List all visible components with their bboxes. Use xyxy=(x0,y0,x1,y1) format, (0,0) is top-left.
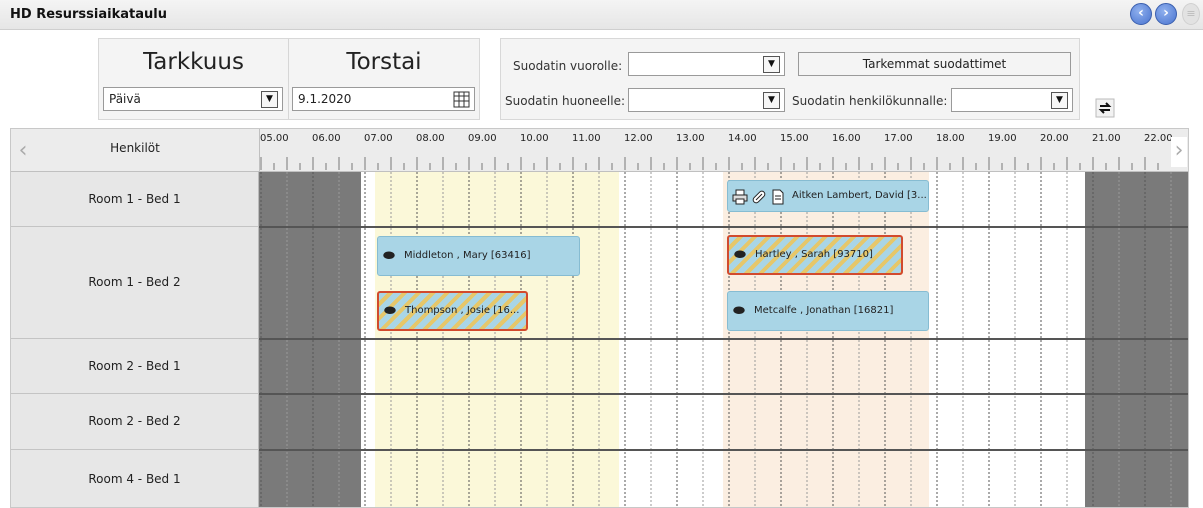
hour-label: 17.00 xyxy=(884,133,913,144)
row-separator xyxy=(259,226,1188,228)
hour-label: 16.00 xyxy=(832,133,861,144)
room-filter-label: Suodatin huoneelle: xyxy=(505,94,626,108)
row-room1-bed2[interactable]: Room 1 - Bed 2 xyxy=(11,227,259,339)
appointment-label: Hartley , Sarah [93710] xyxy=(755,249,873,260)
pill-icon: ⬬ xyxy=(384,303,396,319)
hour-label: 21.00 xyxy=(1092,133,1121,144)
row-room4-bed1[interactable]: Room 4 - Bed 1 xyxy=(11,450,259,507)
chevron-left-icon: ‹ xyxy=(1138,5,1144,21)
hour-label: 07.00 xyxy=(364,133,393,144)
staff-filter-select[interactable]: ▼ xyxy=(951,88,1073,112)
advanced-filters-button[interactable]: Tarkemmat suodattimet xyxy=(798,52,1071,76)
hour-label: 05.00 xyxy=(260,133,289,144)
hour-label: 20.00 xyxy=(1040,133,1069,144)
document-icon xyxy=(772,189,784,205)
hour-label: 11.00 xyxy=(572,133,601,144)
filter-panel: Suodatin vuorolle: ▼ Tarkemmat suodattim… xyxy=(500,38,1080,120)
pill-icon: ⬬ xyxy=(734,247,746,263)
hour-label: 15.00 xyxy=(780,133,809,144)
hour-label: 12.00 xyxy=(624,133,653,144)
appointment-icons xyxy=(732,188,788,206)
hour-label: 13.00 xyxy=(676,133,705,144)
date-value: 9.1.2020 xyxy=(298,92,352,106)
appointment-label: Metcalfe , Jonathan [16821] xyxy=(754,305,894,316)
refresh-icon[interactable] xyxy=(1095,98,1115,118)
shift-filter-select[interactable]: ▼ xyxy=(628,52,785,76)
room-filter-select[interactable]: ▼ xyxy=(628,88,785,112)
hour-label: 22.00 xyxy=(1144,133,1173,144)
row-room2-bed1[interactable]: Room 2 - Bed 1 xyxy=(11,339,259,394)
accuracy-heading: Tarkkuus xyxy=(143,49,244,75)
menu-icon: ≡ xyxy=(1186,7,1196,20)
hour-label: 06.00 xyxy=(312,133,341,144)
scroll-right-icon[interactable]: › xyxy=(1171,137,1187,167)
chevron-down-icon[interactable]: ▼ xyxy=(261,91,278,108)
hour-label: 19.00 xyxy=(988,133,1017,144)
chevron-down-icon[interactable]: ▼ xyxy=(763,56,780,73)
print-icon xyxy=(732,189,748,205)
calendar-icon[interactable] xyxy=(453,91,470,108)
day-heading: Torstai xyxy=(346,49,422,75)
timeline-header: ‹ Henkilöt 05.00 06.00 07.00 08.00 09.00 10.0… xyxy=(11,129,1188,172)
chevron-right-icon: › xyxy=(1163,5,1169,21)
pill-icon: ⬬ xyxy=(733,303,745,319)
accuracy-select[interactable]: Päivä ▼ xyxy=(103,87,283,111)
hour-label: 09.00 xyxy=(468,133,497,144)
appointment-label: Middleton , Mary [63416] xyxy=(404,250,531,261)
row-room1-bed1[interactable]: Room 1 - Bed 1 xyxy=(11,172,259,227)
pill-icon: ⬬ xyxy=(383,248,395,264)
window-titlebar: HD Resurssiaikataulu ‹ › ≡ xyxy=(0,0,1203,30)
appointment-middleton[interactable]: ⬬ Middleton , Mary [63416] xyxy=(377,236,580,276)
hour-label: 18.00 xyxy=(936,133,965,144)
schedule-grid: ‹ Henkilöt 05.00 06.00 07.00 08.00 09.00 10.0… xyxy=(10,128,1189,508)
date-field[interactable]: 9.1.2020 xyxy=(292,87,475,111)
menu-button[interactable]: ≡ xyxy=(1182,3,1200,25)
appointment-hartley[interactable]: ⬬ Hartley , Sarah [93710] xyxy=(727,235,903,275)
shift-filter-label: Suodatin vuorolle: xyxy=(513,59,623,73)
row-room2-bed2[interactable]: Room 2 - Bed 2 xyxy=(11,394,259,450)
chevron-down-icon[interactable]: ▼ xyxy=(1051,92,1068,109)
grid-body: Room 1 - Bed 1 Room 1 - Bed 2 Room 2 - B… xyxy=(11,172,1188,507)
appointment-label: Thompson , Josie [16... xyxy=(405,305,520,316)
appointment-metcalfe[interactable]: ⬬ Metcalfe , Jonathan [16821] xyxy=(727,291,929,331)
hour-label: 14.00 xyxy=(728,133,757,144)
time-ruler xyxy=(260,157,1159,170)
staff-filter-label: Suodatin henkilökunnalle: xyxy=(792,94,948,108)
row-separator xyxy=(259,393,1188,395)
pill-icon xyxy=(752,190,766,204)
appointment-thompson[interactable]: ⬬ Thompson , Josie [16... xyxy=(377,291,528,331)
window-title: HD Resurssiaikataulu xyxy=(10,7,167,22)
appointment-label: Aitken Lambert, David [3... xyxy=(792,190,927,201)
next-day-button[interactable]: › xyxy=(1155,3,1177,25)
row-separator xyxy=(259,338,1188,340)
previous-day-button[interactable]: ‹ xyxy=(1130,3,1152,25)
appointment-aitken-lambert[interactable]: Aitken Lambert, David [3... xyxy=(727,180,929,212)
chevron-down-icon[interactable]: ▼ xyxy=(763,92,780,109)
hour-label: 08.00 xyxy=(416,133,445,144)
hour-label: 10.00 xyxy=(520,133,549,144)
date-panel: Tarkkuus Torstai Päivä ▼ 9.1.2020 xyxy=(98,38,480,120)
row-separator xyxy=(259,449,1188,451)
accuracy-value: Päivä xyxy=(109,92,141,106)
